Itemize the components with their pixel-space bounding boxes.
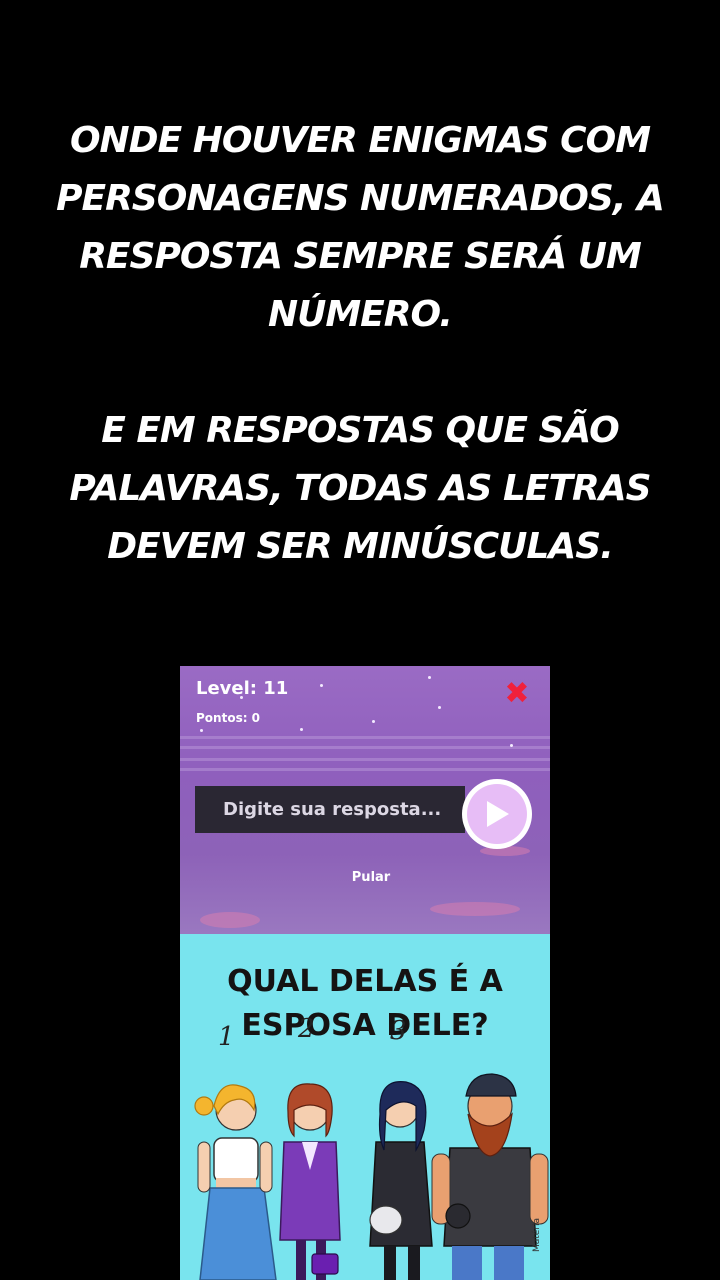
game-header: Level: 11 Pontos: 0 ✖ Pular: [180, 666, 550, 934]
woman-1-figure: [194, 1084, 277, 1280]
decor-stripe: [180, 736, 550, 739]
decor-stripe: [180, 746, 550, 749]
decor-cloud: [200, 912, 260, 928]
characters-illustration: [194, 1073, 549, 1280]
woman-2-figure: [279, 1083, 341, 1280]
woman-3-figure: [369, 1081, 433, 1280]
character-number-3: 3: [390, 1016, 407, 1046]
credit-text: Matéria: [532, 1217, 542, 1252]
instruction-paragraph-1: ONDE HOUVER ENIGMAS COM PERSONAGENS NUME…: [56, 120, 665, 335]
bearded-man-figure: [431, 1073, 549, 1280]
close-x-icon[interactable]: ✖: [502, 679, 532, 709]
instructions-text: ONDE HOUVER ENIGMAS COM PERSONAGENS NUME…: [0, 112, 720, 576]
decor-cloud: [430, 902, 520, 916]
answer-input[interactable]: [195, 786, 465, 833]
puzzle-question: QUAL DELAS É A ESPOSA DELE?: [180, 960, 550, 1048]
skip-button[interactable]: Pular: [180, 870, 550, 885]
star-icon: [438, 706, 441, 709]
play-icon: [467, 784, 527, 844]
question-line-2: ESPOSA DELE?: [241, 1008, 489, 1043]
puzzle-image: QUAL DELAS É A ESPOSA DELE? 1 2 3 Matéri…: [180, 934, 550, 1280]
submit-answer-button[interactable]: [462, 779, 532, 849]
star-icon: [428, 676, 431, 679]
star-icon: [510, 744, 513, 747]
character-number-2: 2: [298, 1014, 315, 1044]
star-icon: [300, 728, 303, 731]
instruction-paragraph-2: E EM RESPOSTAS QUE SÃO PALAVRAS, TODAS A…: [69, 410, 651, 567]
points-label: Pontos: 0: [196, 711, 261, 725]
character-number-1: 1: [218, 1022, 235, 1052]
decor-stripe: [180, 768, 550, 771]
decor-stripe: [180, 758, 550, 761]
star-icon: [200, 729, 203, 732]
star-icon: [320, 684, 323, 687]
level-label: Level: 11: [196, 678, 289, 699]
game-screenshot: Level: 11 Pontos: 0 ✖ Pular QUAL DELAS É…: [180, 666, 550, 1280]
question-line-1: QUAL DELAS É A: [227, 964, 503, 999]
star-icon: [372, 720, 375, 723]
